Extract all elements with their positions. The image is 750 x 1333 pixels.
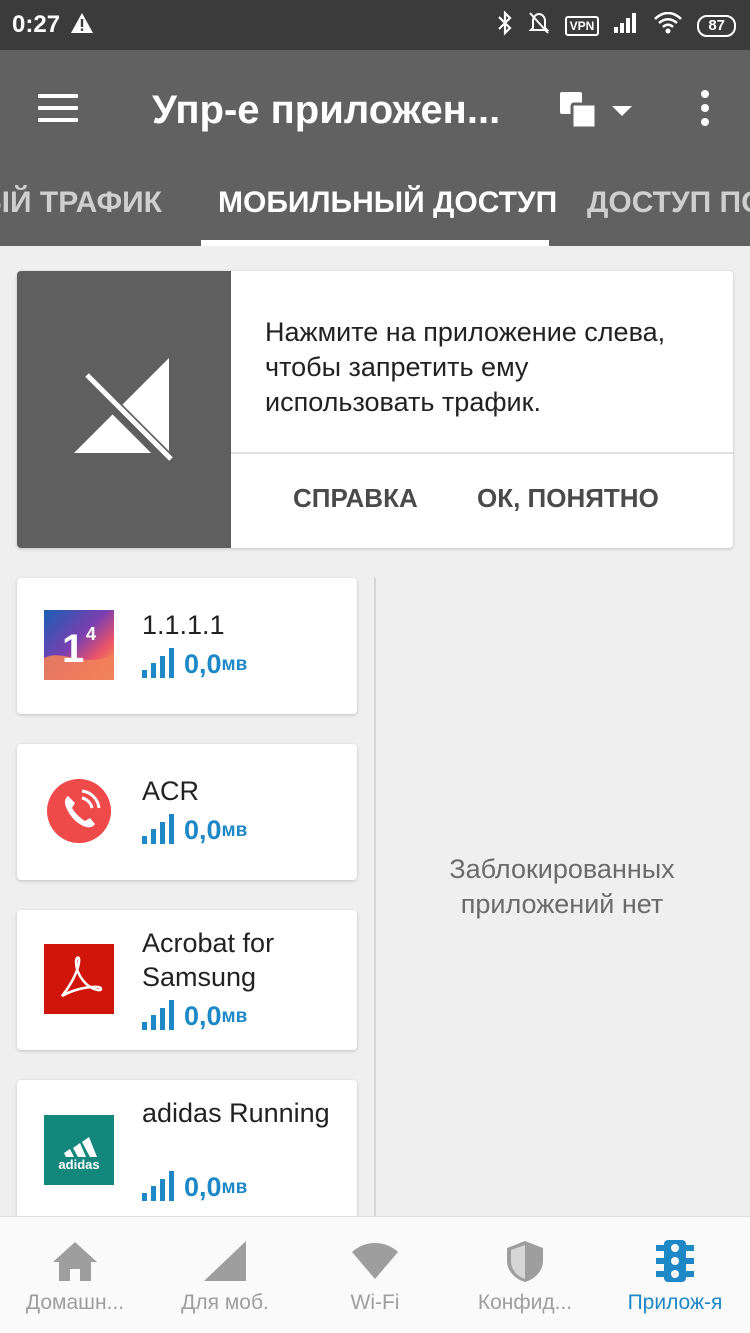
signal-bars-icon bbox=[142, 648, 174, 678]
nav-mobile[interactable]: Для моб. bbox=[150, 1217, 300, 1333]
app-bar: Упр-е приложен... ЫЙ ТРАФИК МОБИЛЬНЫЙ ДО… bbox=[0, 50, 750, 246]
home-icon bbox=[53, 1242, 97, 1281]
app-name: Acrobat for Samsung bbox=[142, 928, 275, 992]
app-usage: 0,0 мв bbox=[142, 814, 247, 844]
active-tab-indicator bbox=[201, 240, 549, 246]
usage-unit: мв bbox=[221, 654, 248, 675]
warning-icon bbox=[70, 12, 94, 39]
cloudflare-1111-icon: 14 bbox=[44, 610, 114, 680]
signal-icon bbox=[613, 12, 639, 39]
usage-unit: мв bbox=[221, 820, 248, 841]
tab-mobile-access[interactable]: МОБИЛЬНЫЙ ДОСТУП bbox=[218, 186, 557, 220]
app-item-acr[interactable]: ACR 0,0 мв bbox=[17, 744, 357, 880]
signal-bars-icon bbox=[142, 1171, 174, 1201]
nav-home[interactable]: Домашн... bbox=[0, 1217, 150, 1333]
blocked-empty-message: Заблокированных приложений нет bbox=[449, 854, 675, 919]
help-button[interactable]: СПРАВКА bbox=[293, 483, 418, 514]
status-time: 0:27 bbox=[12, 11, 61, 38]
tab-wifi-access[interactable]: ДОСТУП ПО bbox=[587, 186, 750, 220]
app-name: ACR bbox=[142, 776, 200, 806]
wifi-status-icon bbox=[653, 11, 683, 39]
usage-value: 0,0 bbox=[184, 1172, 222, 1202]
status-bar: 0:27 VPN 87 bbox=[0, 0, 750, 50]
usage-value: 0,0 bbox=[184, 649, 222, 679]
app-name: 1.1.1.1 bbox=[142, 610, 225, 640]
cellular-icon bbox=[204, 1241, 246, 1281]
acr-phone-icon bbox=[44, 776, 114, 846]
nav-apps[interactable]: Прилож-я bbox=[600, 1217, 750, 1333]
app-usage: 0,0 мв bbox=[142, 648, 247, 678]
bell-off-icon bbox=[527, 10, 551, 41]
usage-value: 0,0 bbox=[184, 815, 222, 845]
app-item-1111[interactable]: 14 1.1.1.1 0,0 мв bbox=[17, 578, 357, 714]
acrobat-icon bbox=[44, 944, 114, 1014]
column-divider bbox=[374, 578, 376, 1218]
hint-illustration bbox=[17, 271, 231, 548]
nav-label: Wi-Fi bbox=[350, 1291, 400, 1314]
app-usage: 0,0 мв bbox=[142, 1000, 247, 1030]
battery-indicator: 87 bbox=[697, 14, 736, 37]
traffic-light-icon bbox=[656, 1240, 694, 1282]
hint-divider bbox=[231, 452, 733, 454]
nav-label: Для моб. bbox=[181, 1291, 269, 1314]
hint-text: Нажмите на приложение слева, чтобы запре… bbox=[265, 317, 666, 417]
more-options-icon[interactable] bbox=[696, 90, 714, 130]
usage-value: 0,0 bbox=[184, 1001, 222, 1031]
hamburger-menu-icon[interactable] bbox=[38, 94, 78, 122]
nav-privacy[interactable]: Конфид... bbox=[450, 1217, 600, 1333]
app-name: adidas Running bbox=[142, 1098, 330, 1128]
adidas-icon: adidas bbox=[44, 1115, 114, 1185]
nav-label: Конфид... bbox=[477, 1291, 573, 1314]
tab-traffic[interactable]: ЫЙ ТРАФИК bbox=[0, 186, 162, 220]
svg-text:4: 4 bbox=[86, 624, 96, 644]
usage-unit: мв bbox=[221, 1177, 248, 1198]
view-switcher-icon[interactable] bbox=[556, 90, 636, 132]
svg-text:1: 1 bbox=[62, 627, 84, 671]
svg-text:adidas: adidas bbox=[58, 1157, 99, 1172]
shield-icon bbox=[507, 1241, 543, 1282]
hint-card: Нажмите на приложение слева, чтобы запре… bbox=[17, 271, 733, 548]
bluetooth-icon bbox=[497, 10, 513, 41]
usage-unit: мв bbox=[221, 1006, 248, 1027]
signal-bars-icon bbox=[142, 814, 174, 844]
ok-got-it-button[interactable]: ОК, ПОНЯТНО bbox=[477, 483, 659, 514]
page-title: Упр-е приложен... bbox=[152, 88, 501, 132]
vpn-badge: VPN bbox=[564, 15, 600, 36]
wifi-icon bbox=[352, 1243, 398, 1279]
app-usage: 0,0 мв bbox=[142, 1171, 247, 1201]
no-mobile-data-icon bbox=[74, 358, 174, 463]
nav-label: Прилож-я bbox=[627, 1291, 723, 1314]
bottom-navigation: Домашн... Для моб. Wi-Fi Конфид... Прило… bbox=[0, 1216, 750, 1333]
app-item-acrobat[interactable]: Acrobat for Samsung 0,0 мв bbox=[17, 910, 357, 1050]
nav-wifi[interactable]: Wi-Fi bbox=[300, 1217, 450, 1333]
tab-bar: ЫЙ ТРАФИК МОБИЛЬНЫЙ ДОСТУП ДОСТУП ПО bbox=[0, 180, 750, 246]
app-item-adidas[interactable]: adidas adidas Running 0,0 мв bbox=[17, 1080, 357, 1230]
signal-bars-icon bbox=[142, 1000, 174, 1030]
nav-label: Домашн... bbox=[25, 1291, 125, 1314]
